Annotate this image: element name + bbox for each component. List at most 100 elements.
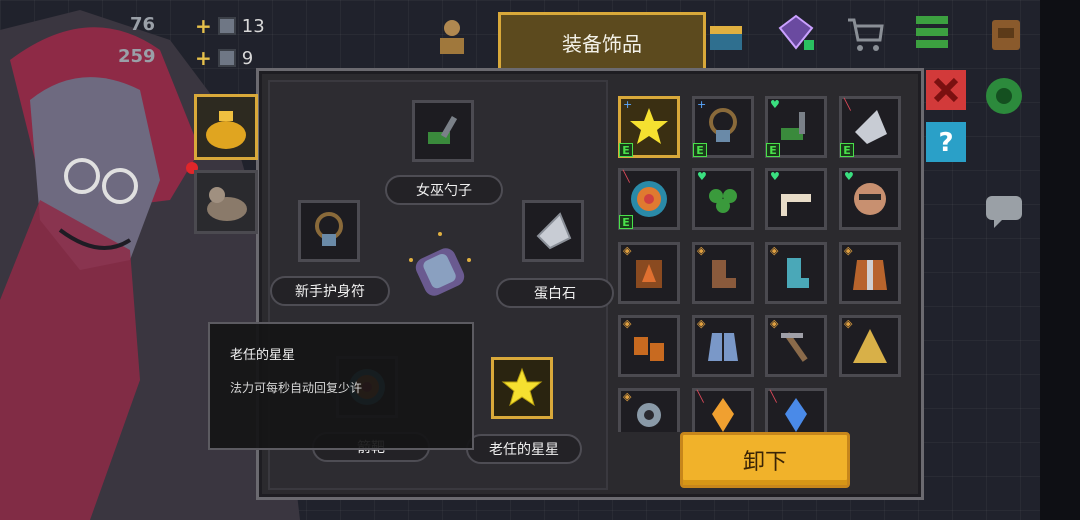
orange-shield-icon: ◈ <box>770 317 779 330</box>
pickaxe-icon <box>781 332 808 362</box>
green-heart-icon: ♥ <box>844 170 854 183</box>
inventory-slot[interactable]: ◈ <box>765 242 827 304</box>
equip-slot-left[interactable] <box>298 200 360 262</box>
tooltip-title: 老任的星星 <box>230 348 296 363</box>
green-heart-icon: ♥ <box>770 98 780 111</box>
orange-shield-icon: ◈ <box>623 390 632 403</box>
bone-icon <box>781 194 811 216</box>
resource-a-value: 13 <box>241 15 265 37</box>
equipped-badge: E <box>840 143 854 157</box>
orange-shield-icon: ◈ <box>844 317 853 330</box>
green-heart-icon: ♥ <box>770 170 780 183</box>
gold-sack-icon <box>206 111 246 149</box>
resource-b: + 9 <box>195 46 253 70</box>
inventory-slot[interactable]: ♥ <box>765 168 827 230</box>
boots-teal-icon <box>787 258 809 288</box>
inventory-slot[interactable]: ◈ <box>618 315 680 377</box>
inventory-slot[interactable]: ◈ <box>618 242 680 304</box>
equip-slot-right[interactable] <box>522 200 584 262</box>
equipped-badge: E <box>766 143 780 157</box>
equipped-badge: E <box>693 143 707 157</box>
tooltip-description: 法力可每秒自动回复少许 <box>230 381 363 395</box>
chat-icon[interactable] <box>984 190 1024 230</box>
resource-b-value: 9 <box>241 47 254 69</box>
backpack-icon[interactable] <box>986 14 1026 54</box>
shop-cart-icon[interactable] <box>846 14 886 54</box>
item-tooltip: 老任的星星 法力可每秒自动回复少许 <box>208 322 474 450</box>
red-sword-icon: ╲ <box>623 170 630 183</box>
blue-plus-icon: + <box>697 98 707 111</box>
boots-blue-icon <box>708 333 738 361</box>
inventory-slot[interactable]: + E <box>692 96 754 158</box>
orange-shield-icon: ◈ <box>623 244 632 257</box>
inventory-slot[interactable]: ♥ E <box>765 96 827 158</box>
scroll-icon <box>636 260 662 288</box>
resource-a-icon <box>217 17 236 35</box>
equipped-badge: E <box>619 215 633 229</box>
svg-text:?: ? <box>938 128 953 158</box>
cloak-icon <box>853 329 887 363</box>
orange-shield-icon: ◈ <box>770 244 779 257</box>
orange-shield-icon: ◈ <box>623 317 632 330</box>
hud-stat-bottom: 259 <box>118 46 156 67</box>
orange-shield-icon: ◈ <box>697 244 706 257</box>
amulet-icon <box>315 212 343 246</box>
vest-icon <box>853 260 887 290</box>
rune-stone-icon <box>409 232 471 296</box>
inventory-slot[interactable]: ◈ <box>839 242 901 304</box>
inventory-slot[interactable]: ◈ <box>692 242 754 304</box>
spoon-icon <box>428 115 458 144</box>
clover-icon <box>709 189 737 213</box>
chest-icon[interactable] <box>706 14 746 54</box>
red-sword-icon: ╲ <box>770 390 777 403</box>
inventory-slot[interactable]: ◈ <box>765 315 827 377</box>
inventory-slot[interactable]: ╲ <box>765 388 827 432</box>
equip-slot-top-label: 女巫勺子 <box>385 175 503 205</box>
inventory-slot[interactable]: ◈ <box>692 315 754 377</box>
inventory-slot[interactable]: + E <box>618 96 680 158</box>
inventory-slot[interactable]: ◈ <box>839 315 901 377</box>
merchant-icon[interactable] <box>432 16 472 56</box>
red-sword-icon: ╲ <box>697 390 704 403</box>
settings-ring-icon[interactable] <box>984 76 1024 116</box>
crystal-orange-icon <box>712 397 734 432</box>
gem-shop-icon[interactable] <box>776 12 816 52</box>
gloves-icon <box>634 337 664 361</box>
inventory-slot[interactable]: ╲ E <box>618 168 680 230</box>
inventory-slot[interactable]: ♥ <box>839 168 901 230</box>
blue-plus-icon: + <box>623 98 633 111</box>
equip-slot-top[interactable] <box>412 100 474 162</box>
plus-icon: + <box>195 14 212 38</box>
close-icon[interactable] <box>926 70 966 110</box>
inventory-slot[interactable]: ╲ E <box>839 96 901 158</box>
plus-icon: + <box>195 46 212 70</box>
face-icon <box>854 183 886 215</box>
help-icon[interactable]: ? <box>926 122 966 162</box>
equip-slot-bottom-right[interactable] <box>491 357 553 419</box>
resource-b-icon <box>217 49 236 67</box>
menu-list-icon[interactable] <box>912 12 952 52</box>
resource-a: + 13 <box>195 14 265 38</box>
star-icon <box>501 367 543 407</box>
opal-icon <box>536 212 572 250</box>
equip-slot-right-label: 蛋白石 <box>496 278 614 308</box>
category-tab-pet[interactable] <box>194 170 258 234</box>
pet-icon <box>207 187 247 221</box>
red-sword-icon: ╲ <box>844 98 851 111</box>
boots-brown-icon <box>712 260 736 288</box>
tab-accessories[interactable]: 装备饰品 <box>498 12 706 70</box>
orange-shield-icon: ◈ <box>697 317 706 330</box>
crystal-blue-icon <box>785 397 807 432</box>
background-edge <box>1040 0 1080 520</box>
hud-stat-top: 76 <box>130 14 156 35</box>
inventory-slot[interactable]: ╲ <box>692 388 754 432</box>
equip-slot-left-label: 新手护身符 <box>270 276 390 306</box>
green-heart-icon: ♥ <box>697 170 707 183</box>
unequip-button[interactable]: 卸下 <box>680 432 850 488</box>
equipped-badge: E <box>619 143 633 157</box>
inventory-slot[interactable]: ♥ <box>692 168 754 230</box>
category-tab-accessory[interactable] <box>194 94 258 160</box>
inventory-slot[interactable]: ◈ <box>618 388 680 432</box>
equip-slot-bottom-right-label: 老任的星星 <box>466 434 582 464</box>
gear-icon <box>637 402 661 427</box>
